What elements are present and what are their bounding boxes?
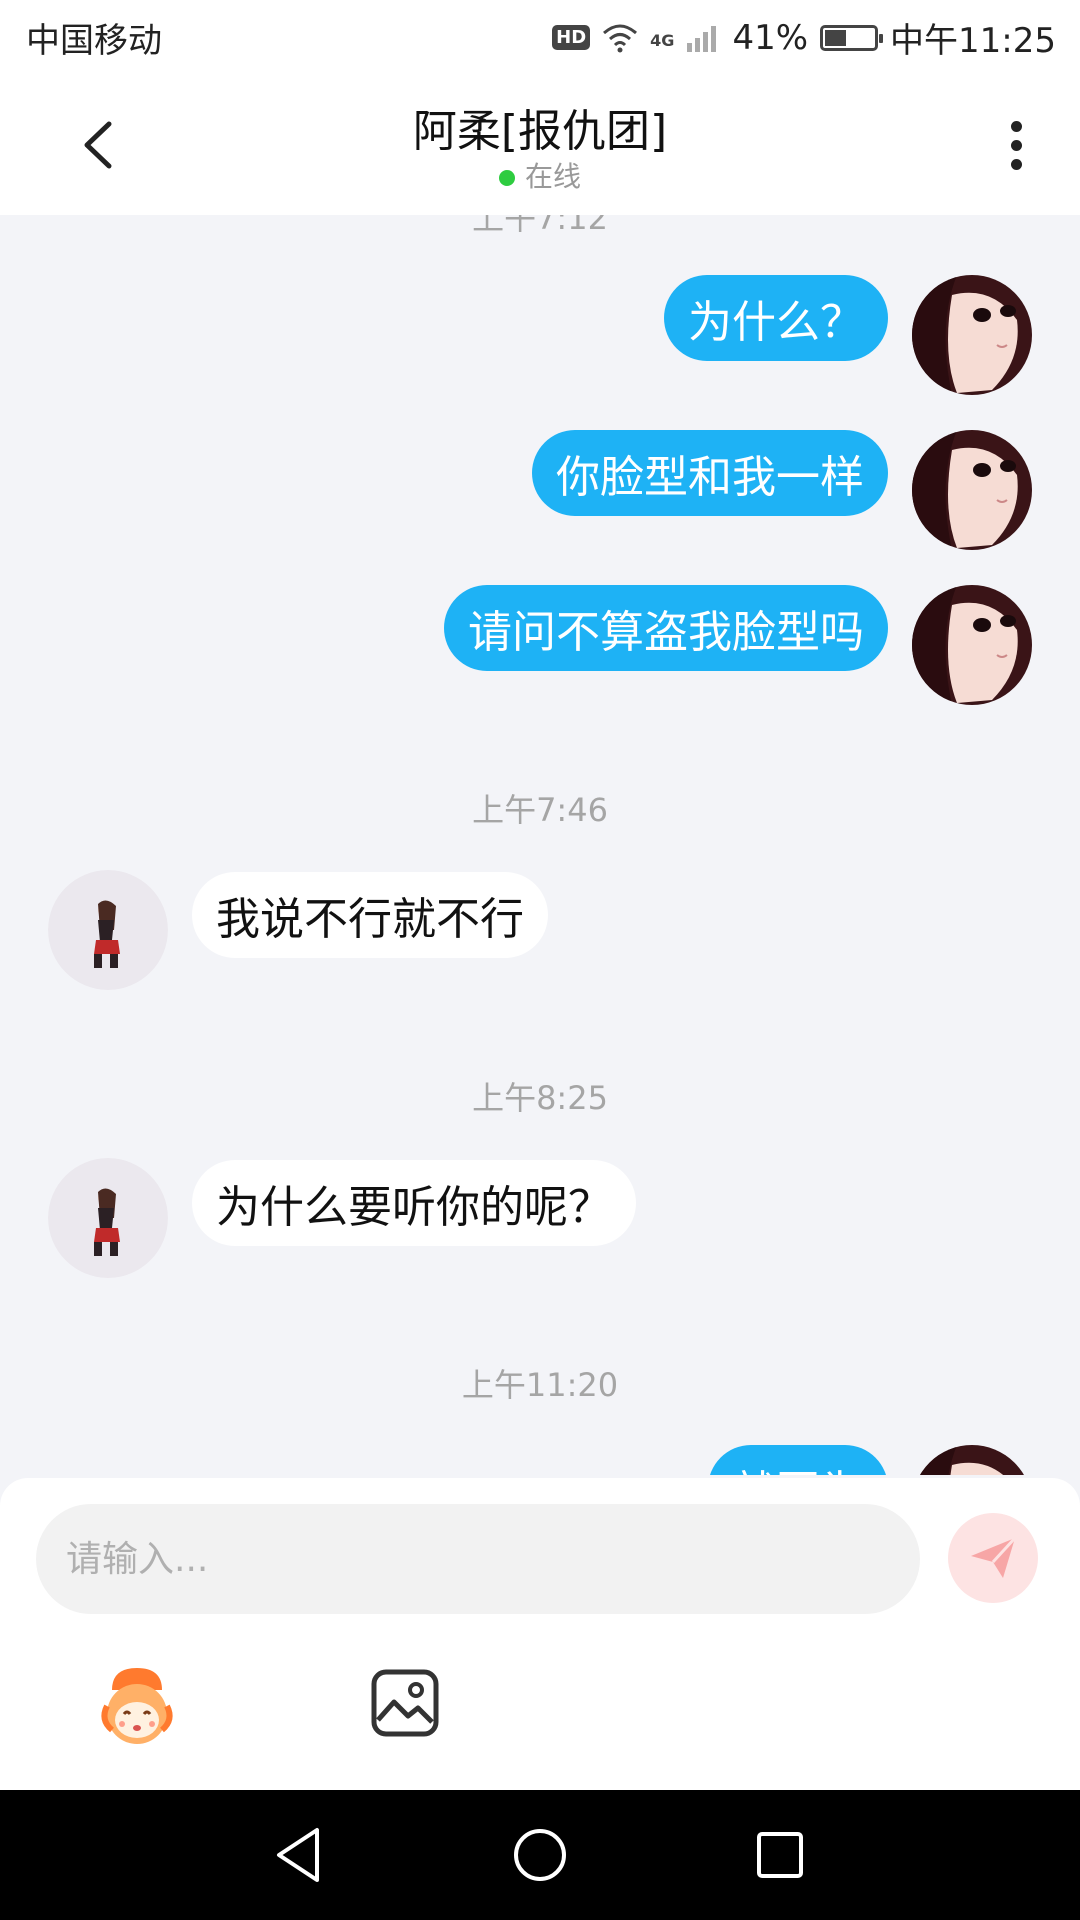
my-message-bubble[interactable]: 为什么？ xyxy=(664,275,888,361)
hd-badge: HD xyxy=(552,25,591,50)
contact-avatar[interactable] xyxy=(48,1158,168,1278)
my-message-bubble[interactable]: 请问不算盗我脸型吗 xyxy=(444,585,888,671)
avatar-image xyxy=(912,1445,1032,1475)
avatar-image xyxy=(48,1158,168,1278)
my-avatar[interactable] xyxy=(912,275,1032,395)
avatar-image xyxy=(912,430,1032,550)
my-avatar[interactable] xyxy=(912,430,1032,550)
timestamp: 上午7:12 xyxy=(472,215,608,237)
my-message-bubble[interactable]: 你脸型和我一样 xyxy=(532,430,888,516)
avatar-image xyxy=(48,870,168,990)
my-message-bubble[interactable]: 就因为 xyxy=(708,1445,888,1475)
message-input[interactable] xyxy=(36,1504,920,1614)
status-icons: HD 4G 41% 中午11:25 xyxy=(552,13,1056,62)
online-status-label: 在线 xyxy=(524,160,581,193)
wifi-icon xyxy=(603,24,638,52)
battery-icon xyxy=(820,24,884,51)
status-time: 中午11:25 xyxy=(890,21,1056,61)
image-icon xyxy=(371,1669,439,1737)
more-options-button[interactable] xyxy=(996,115,1036,175)
page-title: 阿柔[报仇团] xyxy=(412,106,668,157)
more-dot xyxy=(1010,139,1022,151)
chat-area[interactable]: 上午7:12 为什么？ 你脸型和我一样 请问不算盗我脸型吗 上午7:46 我说不… xyxy=(0,215,1080,1475)
contact-message-bubble[interactable]: 为什么要听你的呢？ xyxy=(192,1160,636,1246)
network-label: 4G xyxy=(650,31,675,50)
image-button[interactable] xyxy=(370,1668,440,1738)
carrier-label: 中国移动 xyxy=(26,21,162,61)
nav-home-button[interactable] xyxy=(505,1820,575,1890)
nav-back-button[interactable] xyxy=(265,1820,335,1890)
online-status: 在线 xyxy=(0,155,1080,195)
battery-fill xyxy=(825,29,847,46)
my-avatar[interactable] xyxy=(912,585,1032,705)
input-panel xyxy=(0,1478,1080,1790)
more-dot xyxy=(1010,158,1022,170)
circle-home-icon xyxy=(514,1829,566,1881)
chat-header: 阿柔[报仇团] 在线 xyxy=(0,75,1080,215)
send-button[interactable] xyxy=(948,1513,1038,1603)
avatar-image xyxy=(912,585,1032,705)
emoji-button[interactable] xyxy=(92,1662,182,1752)
nav-recents-button[interactable] xyxy=(745,1820,815,1890)
online-dot xyxy=(498,170,515,186)
contact-message-bubble[interactable]: 我说不行就不行 xyxy=(192,872,548,958)
my-avatar[interactable] xyxy=(912,1445,1032,1475)
timestamp: 上午11:20 xyxy=(461,1366,619,1404)
triangle-back-icon xyxy=(277,1828,319,1882)
system-nav-bar xyxy=(0,1790,1080,1920)
status-bar: 中国移动 HD 4G 41% 中午11:25 xyxy=(0,0,1080,75)
signal-icon xyxy=(687,25,717,52)
mascot-emoji-icon xyxy=(101,1668,173,1744)
avatar-image xyxy=(912,275,1032,395)
paper-plane-icon xyxy=(971,1536,1017,1578)
square-recents-icon xyxy=(757,1832,803,1878)
timestamp: 上午8:25 xyxy=(472,1079,608,1117)
timestamp: 上午7:46 xyxy=(472,791,608,829)
contact-avatar[interactable] xyxy=(48,870,168,990)
more-dot xyxy=(1010,120,1022,132)
battery-percent: 41% xyxy=(732,17,809,58)
